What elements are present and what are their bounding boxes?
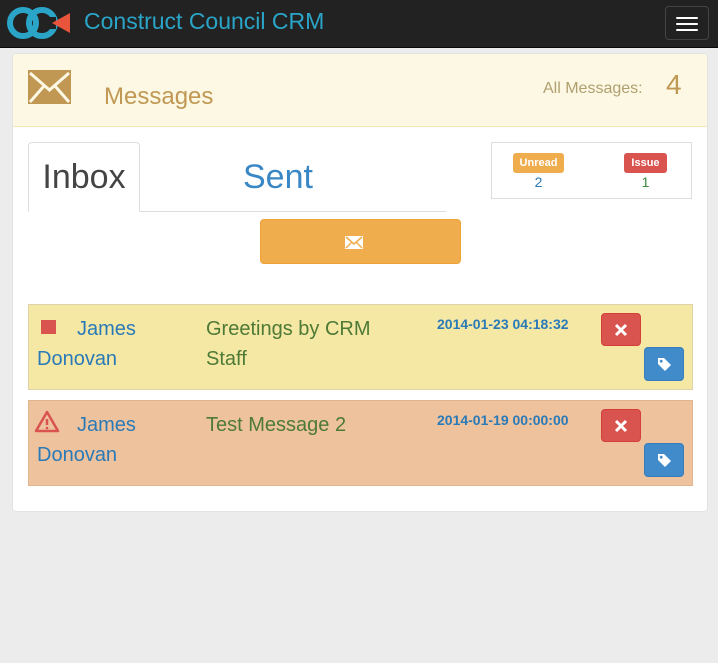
- tab-inbox[interactable]: Inbox: [28, 142, 140, 212]
- tag-message-button[interactable]: [644, 443, 684, 477]
- message-date: 2014-01-23 04:18:32: [437, 316, 569, 332]
- cc-logo-icon[interactable]: [6, 6, 72, 40]
- issue-badge: Issue: [624, 153, 667, 173]
- menu-toggle-button[interactable]: [665, 6, 709, 40]
- envelope-icon: [28, 70, 71, 104]
- message-row[interactable]: James Donovan Greetings by CRM Staff 201…: [28, 304, 693, 390]
- close-icon: [614, 323, 628, 337]
- tag-icon: [658, 454, 671, 467]
- delete-message-button[interactable]: [601, 313, 641, 346]
- tag-icon: [658, 358, 671, 371]
- message-subject[interactable]: Greetings by CRM Staff: [206, 314, 416, 374]
- page-title: Messages: [104, 83, 214, 110]
- delete-message-button[interactable]: [601, 409, 641, 442]
- all-messages-count: 4: [666, 69, 682, 100]
- envelope-icon: [345, 236, 363, 249]
- unread-count: 2: [534, 174, 543, 190]
- unread-badge: Unread: [513, 153, 564, 173]
- message-row[interactable]: James Donovan Test Message 2 2014-01-19 …: [28, 400, 693, 486]
- messages-panel: Messages All Messages: 4 Inbox Sent Unre…: [12, 53, 708, 512]
- navbar: Construct Council CRM: [0, 0, 718, 48]
- all-messages-label: All Messages:: [543, 80, 643, 97]
- close-icon: [614, 419, 628, 433]
- message-subject[interactable]: Test Message 2: [206, 410, 416, 440]
- brand-title[interactable]: Construct Council CRM: [84, 8, 324, 35]
- compose-message-button[interactable]: [260, 219, 461, 264]
- message-sender[interactable]: James Donovan: [37, 410, 197, 470]
- panel-heading: Messages All Messages: 4: [13, 54, 707, 127]
- status-legend: Unread Issue 2 1: [491, 142, 692, 199]
- issue-count: 1: [641, 174, 650, 190]
- hamburger-icon: [676, 17, 698, 19]
- tag-message-button[interactable]: [644, 347, 684, 381]
- message-date: 2014-01-19 00:00:00: [437, 412, 569, 428]
- message-sender[interactable]: James Donovan: [37, 314, 197, 374]
- tab-sent[interactable]: Sent: [243, 142, 343, 212]
